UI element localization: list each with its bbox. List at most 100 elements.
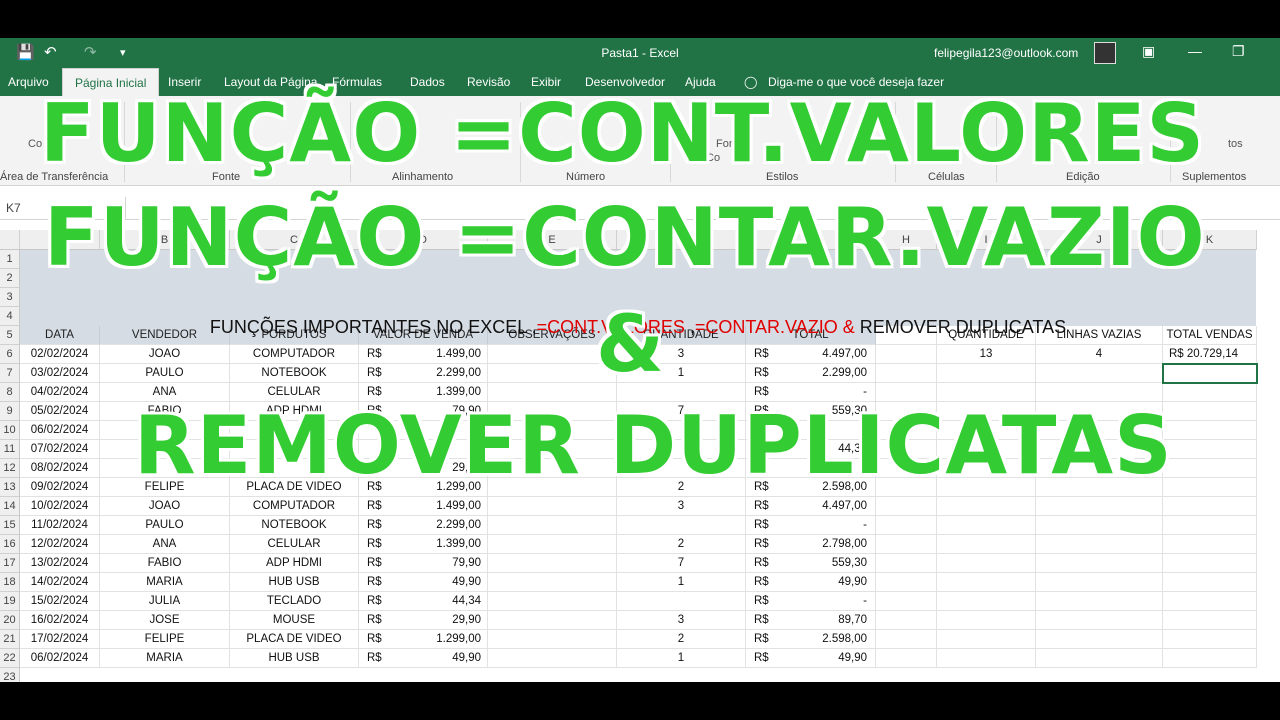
cell-empty[interactable] bbox=[1163, 592, 1257, 611]
cell-product[interactable]: HUB USB bbox=[230, 573, 359, 592]
cell-seller[interactable]: JOAO bbox=[100, 497, 230, 516]
summary-linhas-vazias[interactable]: 4 bbox=[1036, 345, 1163, 364]
row-header[interactable]: 11 bbox=[0, 440, 20, 459]
select-all-corner[interactable] bbox=[0, 230, 20, 250]
row-header[interactable]: 18 bbox=[0, 573, 20, 592]
cell-empty[interactable] bbox=[937, 630, 1036, 649]
row-header[interactable]: 10 bbox=[0, 421, 20, 440]
cell-seller[interactable]: PAULO bbox=[100, 364, 230, 383]
cell-empty[interactable] bbox=[1036, 516, 1163, 535]
row-header[interactable]: 4 bbox=[0, 307, 20, 326]
cell-empty[interactable] bbox=[876, 649, 937, 668]
cell-date[interactable]: 03/02/2024 bbox=[20, 364, 100, 383]
cell-product[interactable]: ADP HDMI bbox=[230, 554, 359, 573]
cell-product[interactable]: COMPUTADOR bbox=[230, 345, 359, 364]
cell-empty[interactable] bbox=[937, 516, 1036, 535]
cell-empty[interactable] bbox=[876, 345, 937, 364]
cell-product[interactable]: TECLADO bbox=[230, 592, 359, 611]
cell-quantity[interactable]: 1 bbox=[617, 649, 746, 668]
cell-empty[interactable] bbox=[1036, 497, 1163, 516]
cell-observations[interactable] bbox=[488, 535, 617, 554]
cell-seller[interactable]: JULIA bbox=[100, 592, 230, 611]
row-header[interactable]: 15 bbox=[0, 516, 20, 535]
row-header[interactable]: 14 bbox=[0, 497, 20, 516]
cell-empty[interactable] bbox=[1036, 592, 1163, 611]
cell-empty[interactable] bbox=[876, 554, 937, 573]
row-header[interactable]: 21 bbox=[0, 630, 20, 649]
cell-product[interactable]: CELULAR bbox=[230, 535, 359, 554]
row-header[interactable]: 17 bbox=[0, 554, 20, 573]
cell-empty[interactable] bbox=[876, 497, 937, 516]
cell-date[interactable]: 05/02/2024 bbox=[20, 402, 100, 421]
cell-total[interactable]: R$ 2.598,00 bbox=[746, 630, 876, 649]
cell-value[interactable]: R$ 1.499,00 bbox=[359, 345, 488, 364]
cell-empty[interactable] bbox=[1163, 611, 1257, 630]
minimize-icon[interactable]: — bbox=[1188, 43, 1202, 59]
cell-date[interactable]: 06/02/2024 bbox=[20, 421, 100, 440]
ribbon-display-icon[interactable]: ▣ bbox=[1142, 43, 1155, 60]
cell-empty[interactable] bbox=[1163, 478, 1257, 497]
row-header[interactable]: 13 bbox=[0, 478, 20, 497]
cell-seller[interactable]: ANA bbox=[100, 535, 230, 554]
cell-seller[interactable]: JOAO bbox=[100, 345, 230, 364]
row-header[interactable]: 20 bbox=[0, 611, 20, 630]
cell-empty[interactable] bbox=[876, 364, 937, 383]
row-header[interactable]: 12 bbox=[0, 459, 20, 478]
cell-value[interactable]: R$ 29,90 bbox=[359, 611, 488, 630]
row-header[interactable]: 19 bbox=[0, 592, 20, 611]
cell-empty[interactable] bbox=[1036, 554, 1163, 573]
cell-value[interactable]: R$ 1.499,00 bbox=[359, 497, 488, 516]
cell-observations[interactable] bbox=[488, 592, 617, 611]
cell-empty[interactable] bbox=[937, 364, 1036, 383]
row-header[interactable]: 22 bbox=[0, 649, 20, 668]
cell-empty[interactable] bbox=[876, 516, 937, 535]
cell-empty[interactable] bbox=[1163, 383, 1257, 402]
cell-empty[interactable] bbox=[1036, 630, 1163, 649]
cell-date[interactable]: 09/02/2024 bbox=[20, 478, 100, 497]
cell-date[interactable]: 07/02/2024 bbox=[20, 440, 100, 459]
cell-empty[interactable] bbox=[1163, 459, 1257, 478]
cell-empty[interactable] bbox=[876, 573, 937, 592]
row-header[interactable]: 23 bbox=[0, 668, 20, 682]
row-header[interactable]: 9 bbox=[0, 402, 20, 421]
cell-quantity[interactable]: 2 bbox=[617, 535, 746, 554]
cell-empty[interactable] bbox=[937, 611, 1036, 630]
cell-quantity[interactable]: 1 bbox=[617, 573, 746, 592]
cell-product[interactable]: NOTEBOOK bbox=[230, 516, 359, 535]
cell-total[interactable]: R$ 4.497,00 bbox=[746, 497, 876, 516]
cell-date[interactable]: 17/02/2024 bbox=[20, 630, 100, 649]
cell-product[interactable]: NOTEBOOK bbox=[230, 364, 359, 383]
cell-date[interactable]: 04/02/2024 bbox=[20, 383, 100, 402]
cell-seller[interactable]: FELIPE bbox=[100, 630, 230, 649]
cell-empty[interactable] bbox=[937, 573, 1036, 592]
cell-total[interactable]: R$ 89,70 bbox=[746, 611, 876, 630]
cell-total[interactable]: R$ 49,90 bbox=[746, 649, 876, 668]
cell-product[interactable]: HUB USB bbox=[230, 649, 359, 668]
cell-value[interactable]: R$ 49,90 bbox=[359, 573, 488, 592]
cell-total[interactable]: R$ 2.299,00 bbox=[746, 364, 876, 383]
cell-seller[interactable]: MARIA bbox=[100, 649, 230, 668]
cell-quantity[interactable]: 7 bbox=[617, 554, 746, 573]
cell-empty[interactable] bbox=[1036, 649, 1163, 668]
cell-observations[interactable] bbox=[488, 649, 617, 668]
cell-date[interactable]: 10/02/2024 bbox=[20, 497, 100, 516]
cell-empty[interactable] bbox=[1163, 516, 1257, 535]
cell-empty[interactable] bbox=[937, 554, 1036, 573]
selected-cell-k7[interactable] bbox=[1162, 363, 1258, 384]
cell-observations[interactable] bbox=[488, 497, 617, 516]
cell-date[interactable]: 11/02/2024 bbox=[20, 516, 100, 535]
account-email[interactable]: felipegila123@outlook.com bbox=[934, 46, 1078, 60]
cell-empty[interactable] bbox=[937, 497, 1036, 516]
summary-total-vendas[interactable]: R$ 20.729,14 bbox=[1163, 345, 1257, 364]
cell-total[interactable]: R$ 49,90 bbox=[746, 573, 876, 592]
cell-quantity[interactable]: 3 bbox=[617, 611, 746, 630]
cell-empty[interactable] bbox=[1163, 554, 1257, 573]
cell-total[interactable]: R$ 559,30 bbox=[746, 554, 876, 573]
row-header[interactable]: 5 bbox=[0, 326, 20, 345]
cell-observations[interactable] bbox=[488, 630, 617, 649]
cell-empty[interactable] bbox=[1036, 535, 1163, 554]
cell-product[interactable]: MOUSE bbox=[230, 611, 359, 630]
cell-quantity[interactable] bbox=[617, 516, 746, 535]
cell-seller[interactable]: JOSE bbox=[100, 611, 230, 630]
cell-value[interactable]: R$ 1.399,00 bbox=[359, 535, 488, 554]
